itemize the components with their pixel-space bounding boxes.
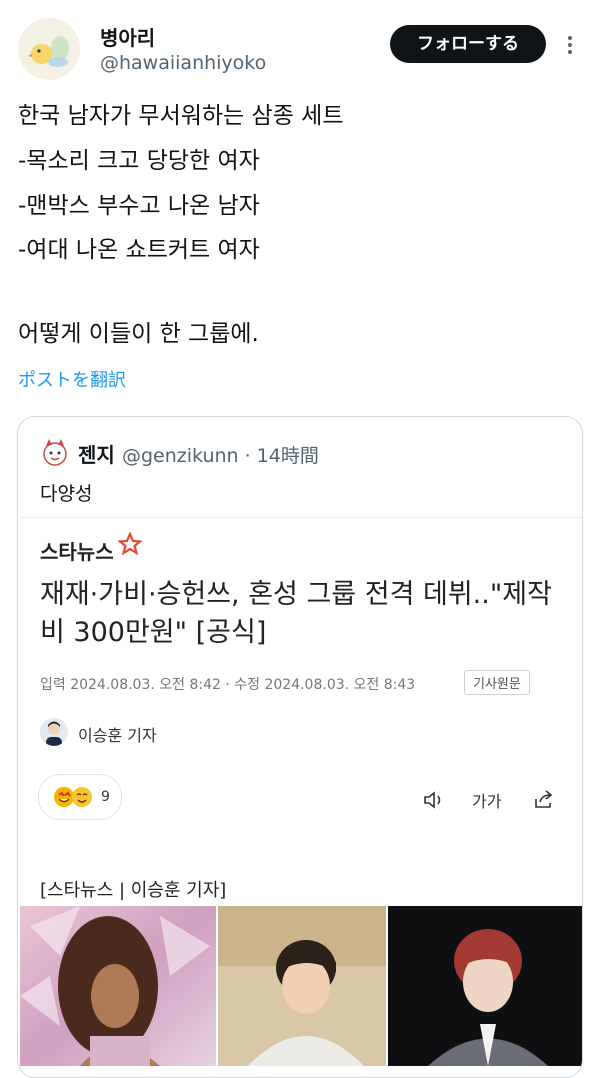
reporter-avatar	[40, 718, 68, 746]
follow-button[interactable]: フォローする	[390, 25, 546, 63]
photo-person-1	[20, 906, 216, 1066]
emoji-reaction-icon	[54, 787, 92, 807]
reporter-name: 이승훈 기자	[78, 726, 157, 745]
article-screenshot: 스타뉴스 재재·가비·승헌쓰, 혼성 그룹 전격 데뷔.."제작비 300만원"…	[20, 517, 582, 1077]
tweet-text-line: 어떻게 이들이 한 그룹에.	[18, 321, 259, 347]
more-vertical-icon[interactable]	[558, 30, 582, 60]
quoted-author-name[interactable]: 젠지	[78, 439, 115, 468]
share-icon	[532, 790, 556, 814]
author-handle[interactable]: @hawaiianhiyoko	[100, 52, 266, 74]
author-name[interactable]: 병아리	[100, 22, 155, 51]
article-dates: 입력 2024.08.03. 오전 8:42 · 수정 2024.08.03. …	[40, 677, 416, 693]
author-avatar[interactable]	[18, 18, 80, 80]
tweet-text-line: -맨박스 부수고 나온 남자	[18, 193, 260, 219]
source-logo: 스타뉴스	[40, 540, 114, 564]
tweet-text-line: 한국 남자가 무서워하는 삼종 세트	[18, 103, 344, 129]
photo-person-3	[388, 906, 582, 1066]
tweet-text-line: -목소리 크고 당당한 여자	[18, 148, 260, 174]
article-headline: 재재·가비·승헌쓰, 혼성 그룹 전격 데뷔.."제작비 300만원" [공식]	[40, 579, 552, 648]
article-caption: [스타뉴스 | 이승훈 기자]	[40, 880, 227, 901]
quoted-author-avatar[interactable]	[40, 438, 70, 468]
quoted-author-meta[interactable]: @genzikunn · 14時間	[122, 441, 319, 468]
translate-post-link[interactable]: ポストを翻訳	[18, 366, 126, 392]
quoted-post-card[interactable]: 젠지 @genzikunn · 14時間 다양성 스타뉴스 재재·가비·승헌쓰,…	[17, 416, 583, 1078]
article-photo	[20, 906, 582, 1066]
original-article-button: 기사원문	[464, 670, 530, 695]
quoted-post-text: 다양성	[40, 483, 93, 505]
reaction-count: 9	[101, 789, 110, 805]
font-size-button: 가가	[472, 792, 502, 811]
photo-person-2	[218, 906, 386, 1066]
star-icon	[117, 531, 143, 556]
tweet-text-line: -여대 나온 쇼트커트 여자	[18, 237, 260, 263]
reaction-button: 9	[38, 774, 122, 820]
speaker-icon	[422, 790, 446, 814]
